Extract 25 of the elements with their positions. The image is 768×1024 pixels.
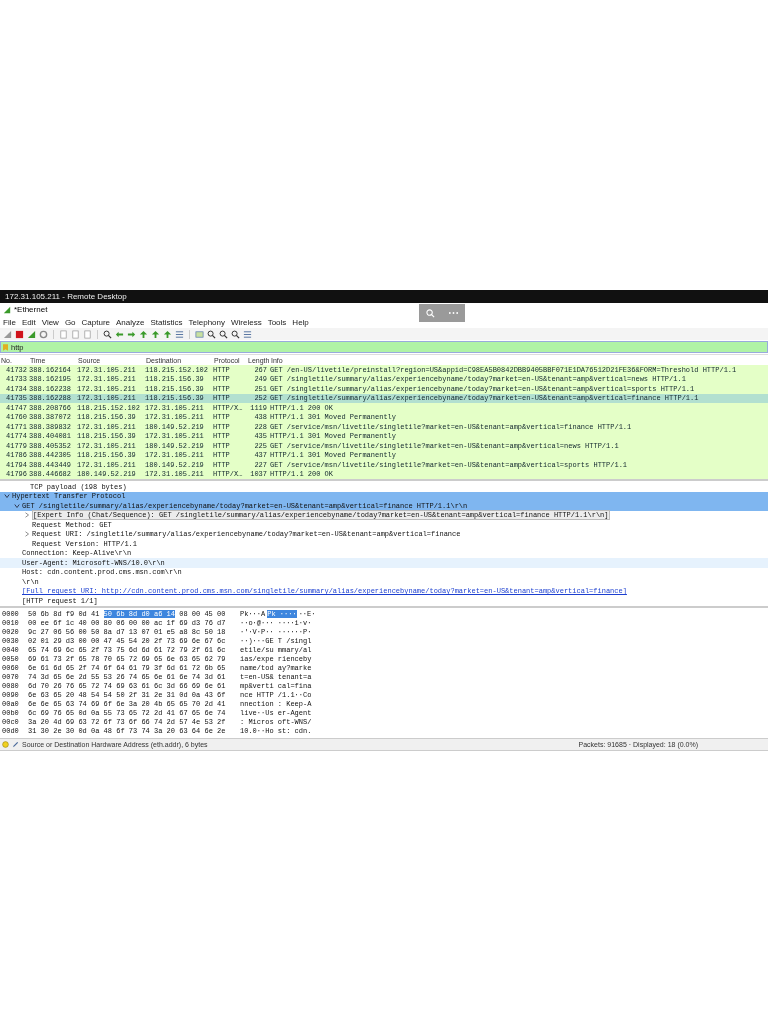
menu-item[interactable]: Telephony: [188, 317, 225, 327]
window-title: *Ethernet: [14, 305, 48, 314]
menu-item[interactable]: Tools: [267, 317, 287, 327]
fin-logo-icon: [3, 305, 11, 314]
menu-item[interactable]: Go: [64, 317, 76, 327]
edit-icon[interactable]: [12, 740, 19, 748]
remote-desktop-title: 172.31.105.211 - Remote Desktop: [5, 292, 127, 301]
menu-item[interactable]: View: [41, 317, 59, 327]
menu-item[interactable]: Edit: [21, 317, 36, 327]
search-icon[interactable]: [103, 329, 112, 339]
stop-icon[interactable]: [15, 329, 24, 339]
menu-item[interactable]: Statistics: [150, 317, 183, 327]
zoom-icon[interactable]: [425, 308, 435, 318]
file-icon[interactable]: [59, 329, 68, 339]
chevron-right-icon[interactable]: [24, 531, 30, 538]
forward-arrow-icon[interactable]: [127, 329, 136, 339]
more-icon[interactable]: [447, 311, 459, 315]
menu-item[interactable]: Capture: [81, 317, 111, 327]
shark-fin-icon[interactable]: [3, 329, 12, 339]
menu-item[interactable]: File: [3, 317, 16, 327]
chevron-right-icon[interactable]: [24, 512, 30, 519]
menu-item[interactable]: Analyze: [116, 317, 145, 327]
status-dot-icon[interactable]: [2, 740, 9, 748]
menu-item[interactable]: Help: [292, 317, 309, 327]
menu-item[interactable]: Wireless: [231, 317, 262, 327]
